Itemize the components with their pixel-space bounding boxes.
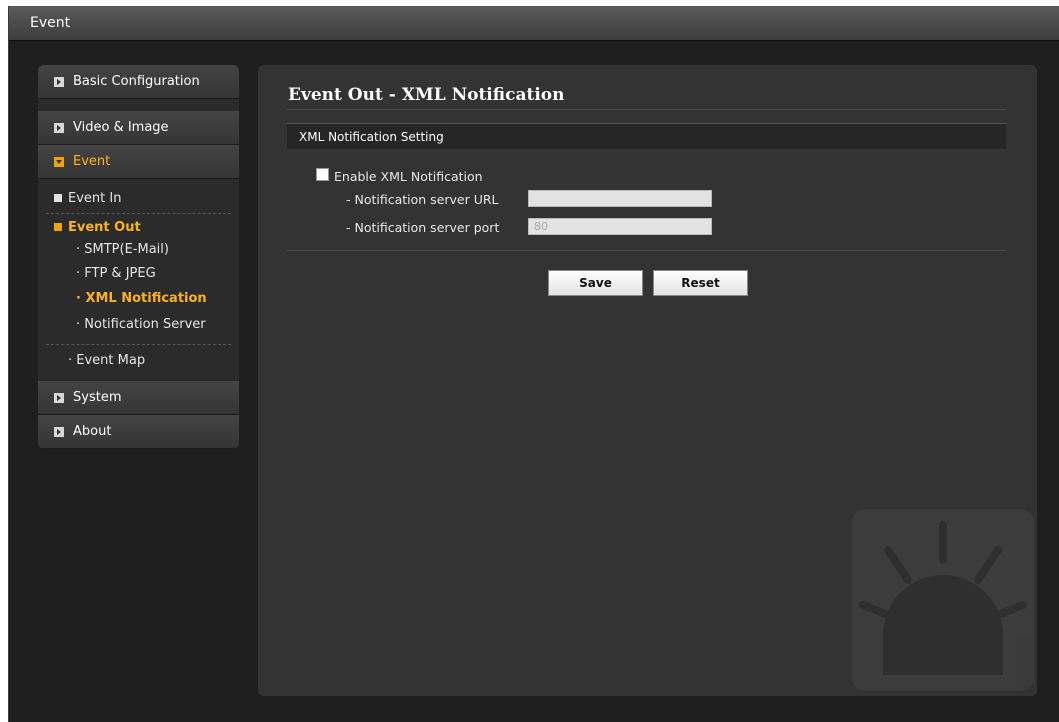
expand-arrow-icon bbox=[54, 426, 64, 437]
divider bbox=[46, 213, 231, 214]
sidebar-item-label: FTP & JPEG bbox=[84, 266, 156, 281]
collapse-arrow-icon bbox=[54, 156, 64, 167]
nav-event[interactable]: Event bbox=[38, 145, 239, 179]
sidebar-item-ftp[interactable]: · FTP & JPEG bbox=[76, 266, 239, 281]
alarm-light-icon bbox=[852, 509, 1034, 691]
nav-basic-configuration[interactable]: Basic Configuration bbox=[38, 65, 239, 99]
divider bbox=[287, 250, 1006, 251]
reset-button[interactable]: Reset bbox=[653, 270, 748, 296]
divider bbox=[46, 344, 231, 345]
nav-label: Basic Configuration bbox=[73, 74, 200, 89]
notification-url-input[interactable] bbox=[528, 190, 712, 207]
nav-system[interactable]: System bbox=[38, 381, 239, 415]
divider bbox=[287, 109, 1006, 110]
sidebar-item-event-in[interactable]: Event In bbox=[54, 191, 239, 206]
url-label: - Notification server URL bbox=[346, 192, 499, 207]
sidebar-item-label: Event Map bbox=[76, 353, 146, 368]
sidebar-item-smtp[interactable]: · SMTP(E-Mail) bbox=[76, 242, 239, 257]
notification-port-input[interactable] bbox=[528, 218, 712, 235]
enable-xml-checkbox[interactable] bbox=[316, 168, 329, 181]
sidebar-item-label: Notification Server bbox=[84, 317, 206, 332]
sidebar-item-event-out[interactable]: Event Out bbox=[54, 220, 239, 235]
nav-label: Video & Image bbox=[73, 120, 169, 135]
enable-xml-label: Enable XML Notification bbox=[334, 169, 483, 184]
nav-video-image[interactable]: Video & Image bbox=[38, 111, 239, 145]
sidebar: Basic Configuration Video & Image Event … bbox=[38, 65, 239, 449]
sidebar-item-xml-notification[interactable]: · XML Notification bbox=[76, 291, 239, 306]
window-title: Event bbox=[30, 15, 71, 31]
nav-about[interactable]: About bbox=[38, 415, 239, 449]
sidebar-item-label: XML Notification bbox=[85, 291, 207, 306]
app-frame: Event Basic Configuration Video & Image … bbox=[8, 6, 1059, 722]
title-bar: Event bbox=[9, 6, 1059, 41]
port-label: - Notification server port bbox=[346, 220, 500, 235]
expand-arrow-icon bbox=[54, 392, 64, 403]
sidebar-item-label: Event In bbox=[68, 191, 122, 206]
nav-label: Event bbox=[73, 154, 111, 169]
expand-arrow-icon bbox=[54, 122, 64, 133]
sidebar-item-notification-server[interactable]: · Notification Server bbox=[76, 317, 239, 332]
sidebar-item-label: Event Out bbox=[68, 220, 141, 235]
content-panel: Event Out - XML Notification XML Notific… bbox=[258, 65, 1037, 696]
section-title: XML Notification Setting bbox=[299, 130, 444, 144]
nav-label: System bbox=[73, 390, 122, 405]
nav-label: About bbox=[73, 424, 112, 439]
section-header: XML Notification Setting bbox=[287, 123, 1006, 149]
sidebar-item-event-map[interactable]: · Event Map bbox=[68, 353, 239, 368]
sidebar-item-label: SMTP(E-Mail) bbox=[84, 242, 169, 257]
save-button[interactable]: Save bbox=[548, 270, 643, 296]
page-title: Event Out - XML Notification bbox=[288, 85, 565, 105]
expand-arrow-icon bbox=[54, 76, 64, 87]
minus-icon bbox=[54, 223, 62, 231]
plus-icon bbox=[54, 194, 62, 202]
